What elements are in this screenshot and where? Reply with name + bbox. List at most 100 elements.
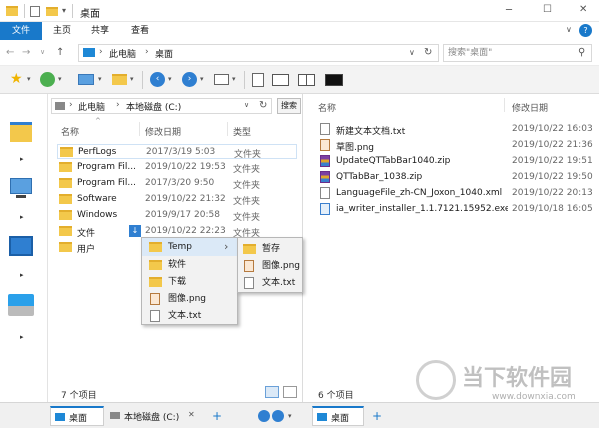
command-prompt-icon[interactable] <box>325 74 343 86</box>
help-button[interactable]: ? <box>579 24 592 37</box>
expand-arrow-icon[interactable]: ▸ <box>20 156 24 163</box>
search-icon: ⚲ <box>578 47 586 58</box>
left-address-dropdown-icon[interactable]: ∨ <box>244 102 249 109</box>
divider <box>24 4 25 18</box>
list-item[interactable]: QTTabBar_1038.zip 2019/10/22 19:50 <box>318 170 594 185</box>
forward-button[interactable]: → <box>22 48 30 58</box>
menu-item-label: 图像.png <box>168 294 206 304</box>
expand-arrow-icon[interactable]: ▸ <box>20 214 24 221</box>
expand-arrow-icon[interactable]: ▸ <box>20 334 24 341</box>
tab-view[interactable]: 查看 <box>124 22 156 40</box>
left-breadcrumb-c-drive[interactable]: 本地磁盘 (C:) <box>126 100 181 113</box>
single-pane-icon[interactable] <box>272 74 289 86</box>
folder-group-icon[interactable] <box>112 74 127 85</box>
quick-access-dropdown-icon[interactable]: ▾ <box>62 7 66 15</box>
table-row[interactable]: Program Fil... 2017/3/20 9:50 文件夹 <box>57 176 297 191</box>
favorites-dropdown-icon[interactable]: ▾ <box>27 76 31 83</box>
search-input[interactable]: 搜索"桌面" ⚲ <box>443 44 592 62</box>
menu-item-text[interactable]: 文本.txt <box>142 307 237 325</box>
tab-forward-circle-icon[interactable] <box>272 410 284 422</box>
large-icons-view-button[interactable] <box>283 386 297 398</box>
up-button[interactable]: ↑ <box>56 48 64 58</box>
menu-item-software[interactable]: 软件 <box>142 256 237 274</box>
close-button[interactable]: ✕ <box>579 5 587 15</box>
tab-desktop-right[interactable]: 桌面 <box>312 406 364 426</box>
tab-nav-dropdown-icon[interactable]: ▾ <box>288 413 292 420</box>
submenu-item-stash[interactable]: 暂存 <box>238 240 302 258</box>
new-tab-button[interactable]: + <box>372 410 382 422</box>
column-header-date[interactable]: 修改日期 <box>512 101 548 114</box>
menu-item-image[interactable]: 图像.png <box>142 290 237 308</box>
column-header-date[interactable]: 修改日期 <box>145 125 181 138</box>
computer-icon[interactable] <box>78 74 94 85</box>
new-folder-icon[interactable] <box>46 7 58 16</box>
row-name: 新建文本文档.txt <box>336 127 406 137</box>
installer-file-icon <box>320 203 330 215</box>
computer-dropdown-icon[interactable]: ▾ <box>98 76 102 83</box>
nav-back-circle-icon[interactable]: ‹ <box>150 72 165 87</box>
ribbon-collapse-icon[interactable]: ∨ <box>566 26 572 34</box>
tab-c-drive[interactable]: 本地磁盘 (C:) ✕ <box>106 406 206 426</box>
row-name: QTTabBar_1038.zip <box>336 172 423 182</box>
table-row[interactable]: Windows 2019/9/17 20:58 文件夹 <box>57 208 297 223</box>
column-header-type[interactable]: 类型 <box>233 125 251 138</box>
close-tab-icon[interactable]: ✕ <box>188 411 195 419</box>
minimize-button[interactable]: ─ <box>506 6 512 16</box>
list-item[interactable]: ia_writer_installer_1.1.7121.15952.exe 2… <box>318 202 594 217</box>
tab-back-circle-icon[interactable] <box>258 410 270 422</box>
column-header-name[interactable]: 名称 <box>318 101 336 114</box>
left-search-button[interactable]: 搜索 <box>277 98 301 114</box>
submenu-item-image[interactable]: 图像.png <box>238 257 302 275</box>
tab-home[interactable]: 主页 <box>46 22 78 40</box>
quick-access-folder-icon[interactable] <box>10 122 32 142</box>
left-address-bar[interactable]: › 此电脑 › 本地磁盘 (C:) ∨ ↻ <box>51 98 272 114</box>
favorites-star-icon[interactable]: ★ <box>10 72 23 86</box>
maximize-button[interactable]: ☐ <box>543 5 552 15</box>
dual-pane-icon[interactable] <box>298 74 315 86</box>
nav-back-dropdown-icon[interactable]: ▾ <box>168 76 172 83</box>
tab-desktop-left[interactable]: 桌面 <box>50 406 104 426</box>
view-dropdown-icon[interactable]: ▾ <box>232 76 236 83</box>
list-item[interactable]: 草图.png 2019/10/22 21:36 <box>318 138 594 153</box>
menu-item-downloads[interactable]: 下载 <box>142 273 237 291</box>
nav-forward-circle-icon[interactable]: › <box>182 72 197 87</box>
navigation-pane: ▸ ▸ ▸ ▸ <box>0 94 48 402</box>
history-icon[interactable] <box>40 72 55 87</box>
left-breadcrumb-this-pc[interactable]: 此电脑 <box>78 100 105 113</box>
table-row[interactable]: PerfLogs 2017/3/19 5:03 文件夹 <box>57 144 297 160</box>
list-item[interactable]: 新建文本文档.txt 2019/10/22 16:03 <box>318 122 594 137</box>
subfolder-menu-button[interactable]: ↓ <box>129 225 141 237</box>
this-pc-icon[interactable] <box>10 178 32 194</box>
details-view-button[interactable] <box>265 386 279 398</box>
list-item[interactable]: LanguageFile_zh-CN_Joxon_1040.xml 2019/1… <box>318 186 594 201</box>
tab-file[interactable]: 文件 <box>0 22 42 40</box>
column-header-name[interactable]: 名称 <box>61 125 79 138</box>
folder-group-dropdown-icon[interactable]: ▾ <box>130 76 134 83</box>
folder-icon <box>149 277 162 287</box>
menu-item-temp[interactable]: Temp › <box>142 238 237 256</box>
view-grid-icon[interactable] <box>214 74 229 85</box>
breadcrumb-this-pc[interactable]: 此电脑 <box>109 47 136 60</box>
back-button[interactable]: ← <box>6 48 14 58</box>
window-title: 桌面 <box>80 9 100 20</box>
pin-pane-icon[interactable] <box>252 73 264 87</box>
submenu-item-text[interactable]: 文本.txt <box>238 274 302 292</box>
address-dropdown-icon[interactable]: ∨ <box>409 49 415 57</box>
windows-drive-icon[interactable] <box>8 294 34 316</box>
properties-icon[interactable] <box>30 6 40 17</box>
table-row[interactable]: Program Fil... 2019/10/22 19:53 文件夹 <box>57 160 297 175</box>
left-refresh-button[interactable]: ↻ <box>259 101 267 111</box>
expand-arrow-icon[interactable]: ▸ <box>20 272 24 279</box>
table-row[interactable]: Software 2019/10/22 21:32 文件夹 <box>57 192 297 207</box>
history-dropdown-icon[interactable]: ▾ <box>58 76 62 83</box>
nav-forward-dropdown-icon[interactable]: ▾ <box>200 76 204 83</box>
address-bar[interactable]: › 此电脑 › 桌面 ∨ ↻ <box>78 44 439 62</box>
row-name: Software <box>77 194 117 204</box>
list-item[interactable]: UpdateQTTabBar1040.zip 2019/10/22 19:51 <box>318 154 594 169</box>
breadcrumb-desktop[interactable]: 桌面 <box>155 47 173 60</box>
new-tab-button[interactable]: + <box>212 410 222 422</box>
tab-share[interactable]: 共享 <box>84 22 116 40</box>
recent-dropdown-icon[interactable]: ∨ <box>40 49 45 56</box>
control-panel-icon[interactable] <box>9 236 33 256</box>
refresh-button[interactable]: ↻ <box>424 48 432 58</box>
